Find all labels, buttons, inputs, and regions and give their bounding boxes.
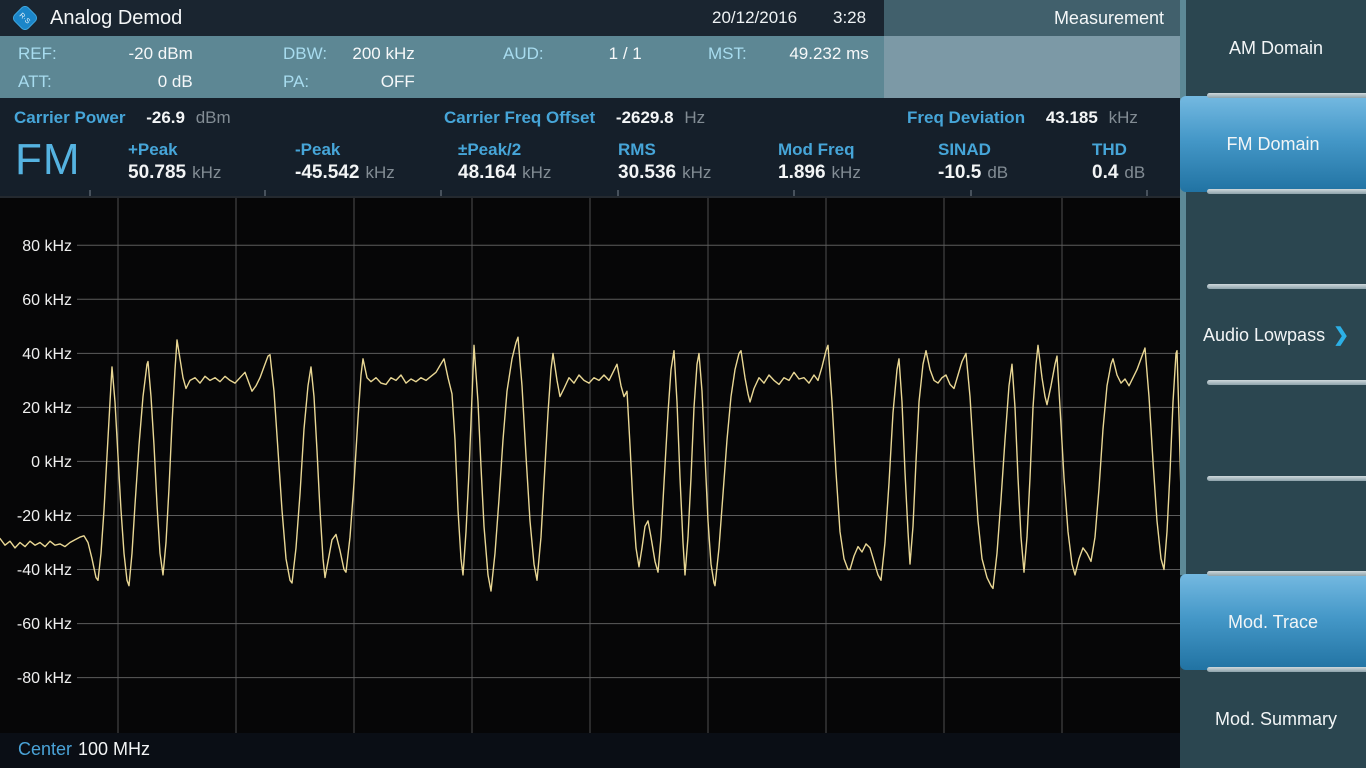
svg-text:-40 kHz: -40 kHz xyxy=(17,562,72,579)
setting-aud-value: 1 / 1 xyxy=(566,41,642,67)
softkey-separator xyxy=(1207,476,1366,481)
metric-rms-label: RMS xyxy=(618,140,711,160)
softkey-am-domain[interactable]: AM Domain xyxy=(1186,0,1366,96)
setting-att[interactable]: ATT: 0 dB xyxy=(18,69,193,95)
svg-text:40 kHz: 40 kHz xyxy=(22,346,72,363)
setting-mst-value: 49.232 ms xyxy=(761,41,869,67)
freq-deviation-unit: kHz xyxy=(1109,108,1138,127)
softkey-menu-title: Measurement xyxy=(884,0,1180,36)
metric-sinad-label: SINAD xyxy=(938,140,1008,160)
metric-plus-peak-label: +Peak xyxy=(128,140,221,160)
fm-trace-chart: 80 kHz 60 kHz 40 kHz 20 kHz 0 kHz -20 kHz -40 … xyxy=(0,196,1180,733)
softkey-mod-summary[interactable]: Mod. Summary xyxy=(1186,670,1366,768)
softkey-sidebar: AM Domain FM Domain Audio Lowpass ❯ Mod.… xyxy=(1180,0,1366,768)
softkey-empty-1[interactable] xyxy=(1186,192,1366,287)
metric-pm-peak-half-value: 48.164kHz xyxy=(458,160,551,186)
status-date: 20/12/2016 xyxy=(712,0,797,36)
setting-att-label: ATT: xyxy=(18,69,80,95)
softkey-mod-summary-label: Mod. Summary xyxy=(1215,709,1337,730)
setting-aud[interactable]: AUD: 1 / 1 xyxy=(503,41,642,67)
softkey-separator xyxy=(1207,667,1366,672)
carrier-power-label: Carrier Power xyxy=(14,108,126,127)
carrier-freq-offset-unit: Hz xyxy=(684,108,705,127)
footer-bar: Center 100 MHz xyxy=(0,733,1180,768)
carrier-freq-offset-label: Carrier Freq Offset xyxy=(444,108,595,127)
title-bar: R·S Analog Demod 20/12/2016 3:28 xyxy=(0,0,884,36)
setting-pa[interactable]: PA: OFF xyxy=(283,69,415,95)
metric-rms-value: 30.536kHz xyxy=(618,160,711,186)
metric-sinad-value: -10.5dB xyxy=(938,160,1008,186)
softkey-am-domain-label: AM Domain xyxy=(1229,38,1323,59)
carrier-power-value: -26.9 xyxy=(146,108,185,127)
metric-plus-peak-value: 50.785kHz xyxy=(128,160,221,186)
softkey-fm-domain[interactable]: FM Domain xyxy=(1180,96,1366,192)
setting-dbw-value: 200 kHz xyxy=(343,41,415,67)
softkey-audio-lowpass[interactable]: Audio Lowpass ❯ xyxy=(1186,287,1366,383)
carrier-power-readout: Carrier Power -26.9 dBm xyxy=(14,107,231,129)
svg-text:0 kHz: 0 kHz xyxy=(31,454,72,471)
rohde-schwarz-logo-icon: R·S xyxy=(10,6,40,30)
svg-text:-20 kHz: -20 kHz xyxy=(17,508,72,525)
freq-deviation-label: Freq Deviation xyxy=(907,108,1025,127)
metric-plus-peak: +Peak 50.785kHz xyxy=(128,140,221,186)
center-frequency-value[interactable]: 100 MHz xyxy=(78,733,150,768)
setting-ref-value: -20 dBm xyxy=(85,41,193,67)
softkey-mod-trace-label: Mod. Trace xyxy=(1228,612,1318,633)
center-frequency-label[interactable]: Center xyxy=(18,733,72,768)
svg-text:20 kHz: 20 kHz xyxy=(22,400,72,417)
status-time: 3:28 xyxy=(833,0,866,36)
metric-thd: THD 0.4dB xyxy=(1092,140,1145,186)
carrier-freq-offset-readout: Carrier Freq Offset -2629.8 Hz xyxy=(444,107,705,129)
softkey-empty-2[interactable] xyxy=(1186,383,1366,479)
freq-deviation-readout: Freq Deviation 43.185 kHz xyxy=(907,107,1138,129)
softkey-audio-lowpass-label: Audio Lowpass xyxy=(1203,325,1325,346)
softkey-separator xyxy=(1207,93,1366,98)
metric-mod-freq: Mod Freq 1.896kHz xyxy=(778,140,861,186)
metric-minus-peak-value: -45.542kHz xyxy=(295,160,395,186)
setting-aud-label: AUD: xyxy=(503,41,561,67)
results-bar: Carrier Power -26.9 dBm Carrier Freq Off… xyxy=(0,98,1180,196)
metric-mod-freq-label: Mod Freq xyxy=(778,140,861,160)
setting-ref[interactable]: REF: -20 dBm xyxy=(18,41,193,67)
softkey-separator xyxy=(1207,571,1366,576)
settings-bar: REF: -20 dBm ATT: 0 dB DBW: 200 kHz PA: … xyxy=(0,36,884,98)
freq-deviation-value: 43.185 xyxy=(1046,108,1098,127)
svg-text:60 kHz: 60 kHz xyxy=(22,292,72,309)
setting-dbw-label: DBW: xyxy=(283,41,338,67)
setting-pa-label: PA: xyxy=(283,69,338,95)
setting-mst-label: MST: xyxy=(708,41,756,67)
softkey-mod-trace[interactable]: Mod. Trace xyxy=(1180,574,1366,670)
metric-sinad: SINAD -10.5dB xyxy=(938,140,1008,186)
metric-pm-peak-half: ±Peak/2 48.164kHz xyxy=(458,140,551,186)
softkey-fm-domain-label: FM Domain xyxy=(1226,134,1319,155)
metric-pm-peak-half-label: ±Peak/2 xyxy=(458,140,551,160)
page-title: Analog Demod xyxy=(50,0,182,36)
setting-dbw[interactable]: DBW: 200 kHz xyxy=(283,41,415,67)
setting-mst[interactable]: MST: 49.232 ms xyxy=(708,41,869,67)
carrier-freq-offset-value: -2629.8 xyxy=(616,108,674,127)
metric-rms: RMS 30.536kHz xyxy=(618,140,711,186)
softkey-separator xyxy=(1207,284,1366,289)
softkey-separator xyxy=(1207,189,1366,194)
metric-thd-label: THD xyxy=(1092,140,1145,160)
softkey-empty-3[interactable] xyxy=(1186,479,1366,574)
metric-mod-freq-value: 1.896kHz xyxy=(778,160,861,186)
svg-text:80 kHz: 80 kHz xyxy=(22,238,72,255)
settings-bar-spacer xyxy=(884,36,1180,98)
submenu-chevron-icon: ❯ xyxy=(1333,324,1349,347)
metric-thd-value: 0.4dB xyxy=(1092,160,1145,186)
svg-text:-80 kHz: -80 kHz xyxy=(17,670,72,687)
svg-text:-60 kHz: -60 kHz xyxy=(17,616,72,633)
softkey-separator xyxy=(1207,380,1366,385)
metric-minus-peak: -Peak -45.542kHz xyxy=(295,140,395,186)
setting-ref-label: REF: xyxy=(18,41,80,67)
carrier-power-unit: dBm xyxy=(196,108,231,127)
setting-att-value: 0 dB xyxy=(85,69,193,95)
fm-trace-plot: 80 kHz 60 kHz 40 kHz 20 kHz 0 kHz -20 kHz -40 … xyxy=(0,198,1180,733)
setting-pa-value: OFF xyxy=(343,69,415,95)
metric-minus-peak-label: -Peak xyxy=(295,140,395,160)
demod-mode-label: FM xyxy=(15,134,81,186)
